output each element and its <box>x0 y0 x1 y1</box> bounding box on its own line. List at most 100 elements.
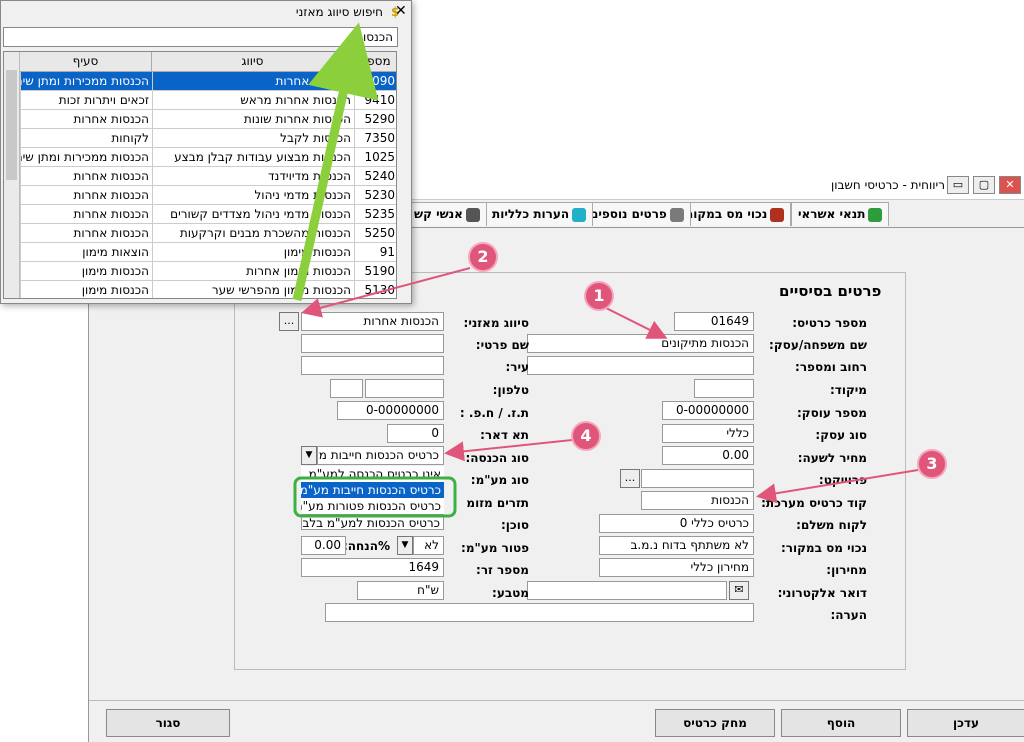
chevron-down-icon[interactable]: ▼ <box>301 446 317 465</box>
table-cell[interactable]: הכנסות מדמי ניהול מצדדים קשורים <box>152 205 354 224</box>
table-cell[interactable]: הכנסות מדיוידנד <box>152 167 354 186</box>
notes-field[interactable] <box>325 603 754 622</box>
update-button[interactable]: עדכן <box>907 709 1024 737</box>
family-name-field[interactable]: הכנסות מתיקונים <box>527 334 754 353</box>
table-cell[interactable]: הכנסות מימון <box>20 281 152 298</box>
table-cell[interactable]: 7350 <box>354 129 396 148</box>
table-cell[interactable]: הכנסות אחרות <box>152 72 354 91</box>
project-browse-button[interactable]: ... <box>620 469 640 488</box>
minimize-button[interactable]: ▭ <box>947 176 969 194</box>
table-cell[interactable]: הכנסות ממכירות ומתן שיר <box>20 148 152 167</box>
po-box-field[interactable]: 0 <box>387 424 444 443</box>
tab-contacts[interactable]: אנשי קש <box>407 202 487 226</box>
table-cell[interactable]: הכנסות אחרות <box>20 110 152 129</box>
zip-field[interactable] <box>694 379 754 398</box>
balance-class-field[interactable]: הכנסות אחרות <box>301 312 444 331</box>
results-grid: מספר סיווג סעיף 1090 הכנסות אחרות הכנסות מ… <box>3 51 397 299</box>
vertical-scrollbar[interactable] <box>4 52 20 298</box>
table-cell[interactable]: הכנסות אחרות <box>20 167 152 186</box>
city-label: עיר: <box>505 360 529 374</box>
tab-credit-terms[interactable]: תנאי אשראי <box>791 202 890 226</box>
first-name-field[interactable] <box>301 334 444 353</box>
phone-prefix-field[interactable] <box>330 379 363 398</box>
table-cell[interactable]: זכאים ויתרות זכות <box>20 91 152 110</box>
tab-general-notes[interactable]: הערות כלליות <box>485 202 594 226</box>
income-option[interactable]: כרטיס הכנסות חייבות מע"מ <box>301 482 444 498</box>
system-code-field[interactable]: הכנסות <box>641 491 754 510</box>
table-cell[interactable]: הכנסות אחרות שונות <box>152 110 354 129</box>
group-title: פרטים בסיסיים <box>779 282 882 300</box>
table-cell[interactable]: הכנסות מימון מהפרשי שער <box>152 281 354 298</box>
balance-class-browse-button[interactable]: ... <box>279 312 299 331</box>
table-cell[interactable]: 5230 <box>354 186 396 205</box>
email-compose-icon[interactable]: ✉ <box>729 581 749 600</box>
table-cell[interactable]: 91 <box>354 243 396 262</box>
notes-label: הערה: <box>830 608 867 622</box>
table-cell[interactable]: הכנסות אחרות <box>20 186 152 205</box>
table-cell[interactable]: הכנסות אחרות מראש <box>152 91 354 110</box>
bottom-button-bar: עדכן הוסף מחק כרטיס סגור <box>89 700 1024 742</box>
hand-icon <box>669 207 684 222</box>
table-cell[interactable]: הכנסות לקבל <box>152 129 354 148</box>
table-cell[interactable]: 5235 <box>354 205 396 224</box>
foreign-number-field[interactable]: 1649 <box>301 558 444 577</box>
income-type-select[interactable]: כרטיס הכנסות חייבות מע <box>317 446 444 465</box>
table-cell[interactable]: הוצאות מימון <box>20 243 152 262</box>
close-icon[interactable]: ✕ <box>395 3 407 19</box>
general-customer-field[interactable]: כרטיס כללי 0 <box>599 514 754 533</box>
street-field[interactable] <box>527 356 754 375</box>
table-cell[interactable]: 1090 <box>354 72 396 91</box>
city-field[interactable] <box>301 356 444 375</box>
email-field[interactable] <box>527 581 727 600</box>
dealer-field[interactable]: 0-00000000 <box>662 401 754 420</box>
column-header-section[interactable]: סעיף <box>20 52 152 72</box>
tab-additional-details[interactable]: פרטים נוספים <box>583 202 691 226</box>
table-cell[interactable]: 5250 <box>354 224 396 243</box>
chevron-down-icon[interactable]: ▼ <box>397 536 413 555</box>
income-option[interactable]: כרטיס הכנסות פטורות מע"מ <box>301 498 444 514</box>
vat-type-label: סוג מע"מ: <box>470 473 529 487</box>
vat-exempt-select[interactable]: לא <box>413 536 444 555</box>
table-cell[interactable]: הכנסות מהשכרת מבנים וקרקעות <box>152 224 354 243</box>
table-cell[interactable]: לקוחות <box>20 129 152 148</box>
table-cell[interactable]: 9410 <box>354 91 396 110</box>
hourly-price-field[interactable]: 0.00 <box>662 446 754 465</box>
close-button[interactable]: סגור <box>106 709 230 737</box>
search-input[interactable]: הכנסות <box>3 27 398 47</box>
card-number-field[interactable]: 01649 <box>674 312 754 331</box>
table-cell[interactable]: 5190 <box>354 262 396 281</box>
table-cell[interactable]: 1025 <box>354 148 396 167</box>
income-option[interactable]: אינו כרטיס הכנסה למע"מ <box>301 466 444 482</box>
table-cell[interactable]: 5240 <box>354 167 396 186</box>
table-cell[interactable]: הכנסות אחרות <box>20 205 152 224</box>
column-header-classification[interactable]: סיווג <box>152 52 354 72</box>
price-list-field[interactable]: מחירון כללי <box>599 558 754 577</box>
table-cell[interactable]: 5130 <box>354 281 396 298</box>
table-cell[interactable]: הכנסות ממכירות ומתן שיר <box>20 72 152 91</box>
table-cell[interactable]: הכנסות מימון <box>152 243 354 262</box>
discount-field[interactable]: 0.00 <box>301 536 346 555</box>
add-button[interactable]: הוסף <box>781 709 901 737</box>
project-field[interactable] <box>641 469 754 488</box>
id-label: ת.ז. / ח.פ. : <box>459 406 529 420</box>
table-cell[interactable]: הכנסות מימון <box>20 262 152 281</box>
table-cell[interactable]: הכנסות אחרות <box>20 224 152 243</box>
table-cell[interactable]: 5290 <box>354 110 396 129</box>
currency-field[interactable]: ש"ח <box>357 581 444 600</box>
id-field[interactable]: 0-00000000 <box>337 401 444 420</box>
discount-label: %הנחה: <box>343 539 390 553</box>
tab-tax-withholding[interactable]: נכוי מס במקור <box>679 202 792 226</box>
close-window-button[interactable]: ✕ <box>999 176 1021 194</box>
business-type-field[interactable]: כללי <box>662 424 754 443</box>
phone-field[interactable] <box>365 379 444 398</box>
zip-label: מיקוד: <box>829 383 867 397</box>
table-cell[interactable]: הכנסות מבצוע עבודות קבלן מבצע <box>152 148 354 167</box>
income-option[interactable]: כרטיס הכנסות למע"מ בלבד <box>301 514 444 530</box>
maximize-button[interactable]: ▢ <box>973 176 995 194</box>
table-cell[interactable]: הכנסות מדמי ניהול <box>152 186 354 205</box>
delete-card-button[interactable]: מחק כרטיס <box>655 709 775 737</box>
table-cell[interactable]: הכנסות מימון אחרות <box>152 262 354 281</box>
scroll-thumb[interactable] <box>6 70 17 180</box>
column-header-number[interactable]: מספר <box>354 52 396 72</box>
tax-withholding-field[interactable]: לא משתתף בדוח נ.מ.ב <box>599 536 754 555</box>
